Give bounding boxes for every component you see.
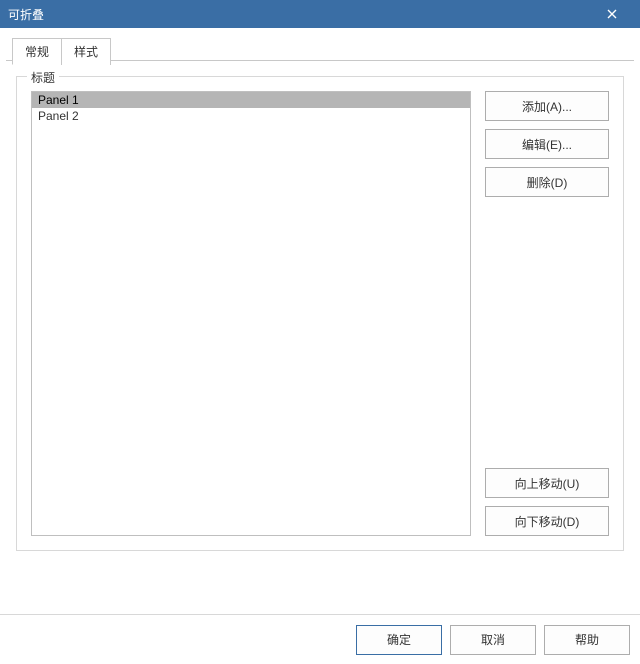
tab-general[interactable]: 常规 xyxy=(12,38,62,65)
list-buttons-bottom: 向上移动(U) 向下移动(D) xyxy=(485,468,609,536)
cancel-button[interactable]: 取消 xyxy=(450,625,536,655)
tab-style[interactable]: 样式 xyxy=(61,38,111,65)
edit-button[interactable]: 编辑(E)... xyxy=(485,129,609,159)
move-down-button[interactable]: 向下移动(D) xyxy=(485,506,609,536)
list-buttons-top: 添加(A)... 编辑(E)... 删除(D) xyxy=(485,91,609,197)
list-item-label: Panel 1 xyxy=(38,93,79,107)
groupbox-legend: 标题 xyxy=(27,69,59,86)
dialog-client: 常规 样式 标题 Panel 1 Panel 2 添加(A). xyxy=(0,28,640,664)
delete-button[interactable]: 删除(D) xyxy=(485,167,609,197)
window-title: 可折叠 xyxy=(8,6,592,23)
ok-button[interactable]: 确定 xyxy=(356,625,442,655)
move-up-button[interactable]: 向上移动(U) xyxy=(485,468,609,498)
list-item-label: Panel 2 xyxy=(38,109,79,123)
tab-panel-general: 标题 Panel 1 Panel 2 添加(A)... 编辑(E)... 删除(… xyxy=(16,76,624,551)
close-icon xyxy=(607,6,617,22)
list-buttons-column: 添加(A)... 编辑(E)... 删除(D) 向上移动(U) 向下移动(D) xyxy=(485,91,609,536)
tab-strip: 常规 样式 xyxy=(12,38,110,65)
dialog-footer: 确定 取消 帮助 xyxy=(0,614,640,664)
help-button[interactable]: 帮助 xyxy=(544,625,630,655)
list-item[interactable]: Panel 1 xyxy=(32,92,470,108)
tab-general-label: 常规 xyxy=(25,45,49,59)
close-button[interactable] xyxy=(592,0,632,28)
titles-listbox[interactable]: Panel 1 Panel 2 xyxy=(31,91,471,536)
add-button[interactable]: 添加(A)... xyxy=(485,91,609,121)
groupbox-titles: 标题 Panel 1 Panel 2 添加(A)... 编辑(E)... 删除(… xyxy=(16,76,624,551)
list-item[interactable]: Panel 2 xyxy=(32,108,470,124)
tab-style-label: 样式 xyxy=(74,45,98,59)
title-bar: 可折叠 xyxy=(0,0,640,28)
groupbox-inner: Panel 1 Panel 2 添加(A)... 编辑(E)... 删除(D) … xyxy=(31,91,609,536)
